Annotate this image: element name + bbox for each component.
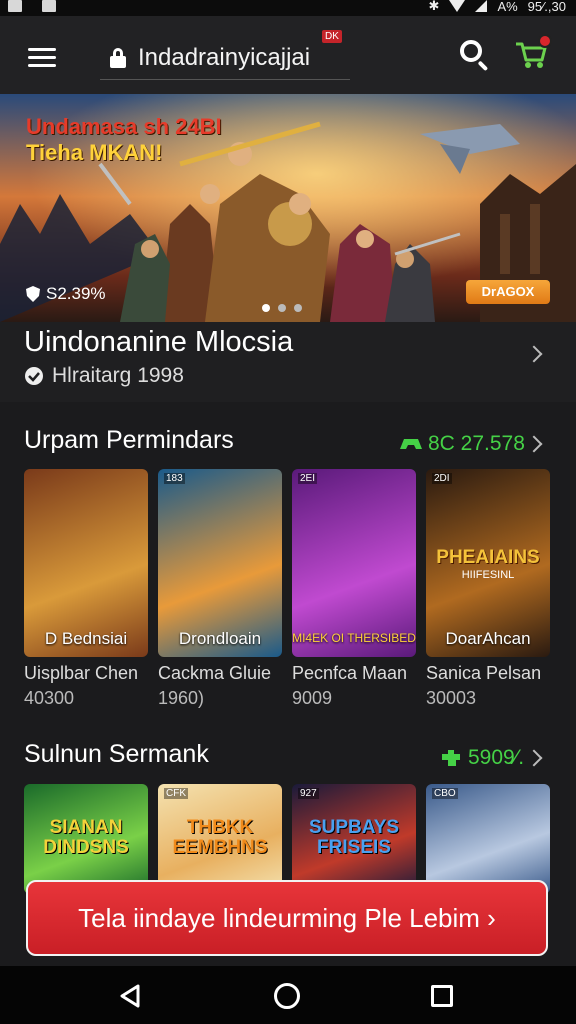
game-art-title: SIANAN DINDSNS (43, 817, 129, 858)
shield-icon (26, 286, 40, 302)
wifi-icon (449, 0, 466, 12)
hero-rating: S2.39% (26, 284, 106, 304)
game-tag: 2DI (432, 473, 452, 484)
game-tag: 2EI (298, 473, 318, 484)
game-count: 1960) (158, 688, 205, 708)
game-tag: 183 (164, 473, 185, 484)
section-link-2-text: 5909⁄. (468, 746, 525, 769)
carousel-dot[interactable] (278, 304, 286, 312)
game-card[interactable]: 2DI PHEAIAINS HIIFESINL DoarAhcan Sanica… (426, 469, 550, 709)
bluetooth-icon: ✱ (428, 0, 440, 13)
chevron-right-icon[interactable] (525, 749, 543, 767)
verified-icon (25, 367, 43, 385)
game-name: Uisplbar Chen (24, 663, 139, 683)
game-card[interactable]: 183 Drondloain Cackma Gluie 1960) (158, 469, 282, 709)
system-nav-bar (0, 966, 576, 1024)
game-thumbnail: 2DI PHEAIAINS HIIFESINL DoarAhcan (426, 469, 550, 657)
image-notification-icon (42, 0, 56, 12)
game-art-title: SUPBAYS FRISEIS (308, 817, 400, 858)
puzzle-icon (442, 750, 460, 766)
game-name: Sanica Pelsan (426, 663, 542, 683)
notification-icon (8, 0, 22, 12)
game-card[interactable]: SIANAN DINDSNS (24, 784, 148, 894)
menu-icon[interactable] (28, 48, 58, 68)
search-icon[interactable] (460, 40, 490, 72)
game-name: Pecnfca Maan (292, 663, 408, 683)
signal-icon (475, 0, 488, 12)
carousel-dot[interactable] (262, 304, 270, 312)
clock: 95⁄.,30 (527, 0, 566, 14)
hero-title: Undamasa sh 24BI (26, 114, 222, 139)
featured-meta: Hlraitarg 1998 (24, 364, 184, 388)
game-name: Cackma Gluie (158, 663, 272, 683)
address-bar[interactable]: Indadrainyicajjai DK (100, 30, 350, 80)
featured-meta-text: Hlraitarg 1998 (52, 364, 184, 387)
hero-action-button[interactable]: DrAGOX (466, 280, 550, 304)
game-card[interactable]: CBO (426, 784, 550, 894)
game-card[interactable]: CFK THBKK EEMBHNS (158, 784, 282, 894)
game-tag: CBO (432, 788, 458, 799)
game-art-title: PHEAIAINS (436, 547, 540, 568)
battery-text: A% (497, 0, 518, 14)
section-link-2[interactable]: 5909⁄. (440, 746, 524, 770)
section-link-1-text: 8C 27.578 (428, 432, 525, 455)
game-thumbnail: 183 Drondloain (158, 469, 282, 657)
gamepad-icon (400, 439, 422, 449)
game-thumb-label: D Bednsiai (44, 629, 128, 648)
game-thumbnail: 2EI MI4EK OI THERSIBED (292, 469, 416, 657)
hero-subtitle: Tieha MKAN! (26, 140, 163, 165)
game-tag: CFK (164, 788, 188, 799)
home-icon[interactable] (274, 983, 300, 1009)
game-count: 9009 (292, 688, 333, 708)
game-art-title: THBKK EEMBHNS (172, 817, 268, 858)
lock-icon (110, 48, 126, 68)
recents-icon[interactable] (431, 985, 453, 1007)
game-card[interactable]: D Bednsiai Uisplbar Chen 40300 (24, 469, 148, 709)
featured-game-row[interactable]: Uindonanine Mlocsia Hlraitarg 1998 (0, 322, 576, 402)
back-icon[interactable] (118, 984, 142, 1008)
carousel-dots[interactable] (262, 304, 302, 312)
chevron-right-icon[interactable] (525, 345, 543, 363)
game-thumbnail: D Bednsiai (24, 469, 148, 657)
game-tag: 927 (298, 788, 319, 799)
section-link-1[interactable]: 8C 27.578 (400, 432, 525, 456)
url-badge: DK (322, 30, 342, 43)
game-thumb-label: Drondloain (178, 629, 262, 648)
game-card[interactable]: 2EI MI4EK OI THERSIBED Pecnfca Maan 9009 (292, 469, 416, 709)
game-count: 40300 (24, 688, 75, 708)
section-title-1: Urpam Permindars (24, 426, 234, 454)
carousel-dot[interactable] (294, 304, 302, 312)
game-count: 30003 (426, 688, 477, 708)
game-thumb-label: DoarAhcan (445, 629, 531, 648)
status-bar: ✱ A% 95⁄.,30 (0, 0, 576, 16)
section-title-2: Sulnun Sermank (24, 740, 209, 768)
hero-rating-value: S2.39% (46, 284, 106, 303)
cta-button[interactable]: Tela iindaye lindeurming Ple Lebim › (26, 880, 548, 956)
cart-icon[interactable] (514, 34, 552, 70)
game-card[interactable]: 927 SUPBAYS FRISEIS (292, 784, 416, 894)
chevron-right-icon[interactable] (525, 435, 543, 453)
cart-badge (538, 34, 552, 48)
hero-banner[interactable]: Undamasa sh 24BI Tieha MKAN! S2.39% DrAG… (0, 94, 576, 322)
url-text: Indadrainyicajjai (138, 44, 311, 71)
game-thumb-label: MI4EK OI THERSIBED (292, 631, 416, 645)
game-art-subtitle: HIIFESINL (461, 569, 515, 581)
featured-title: Uindonanine Mlocsia (24, 326, 294, 358)
